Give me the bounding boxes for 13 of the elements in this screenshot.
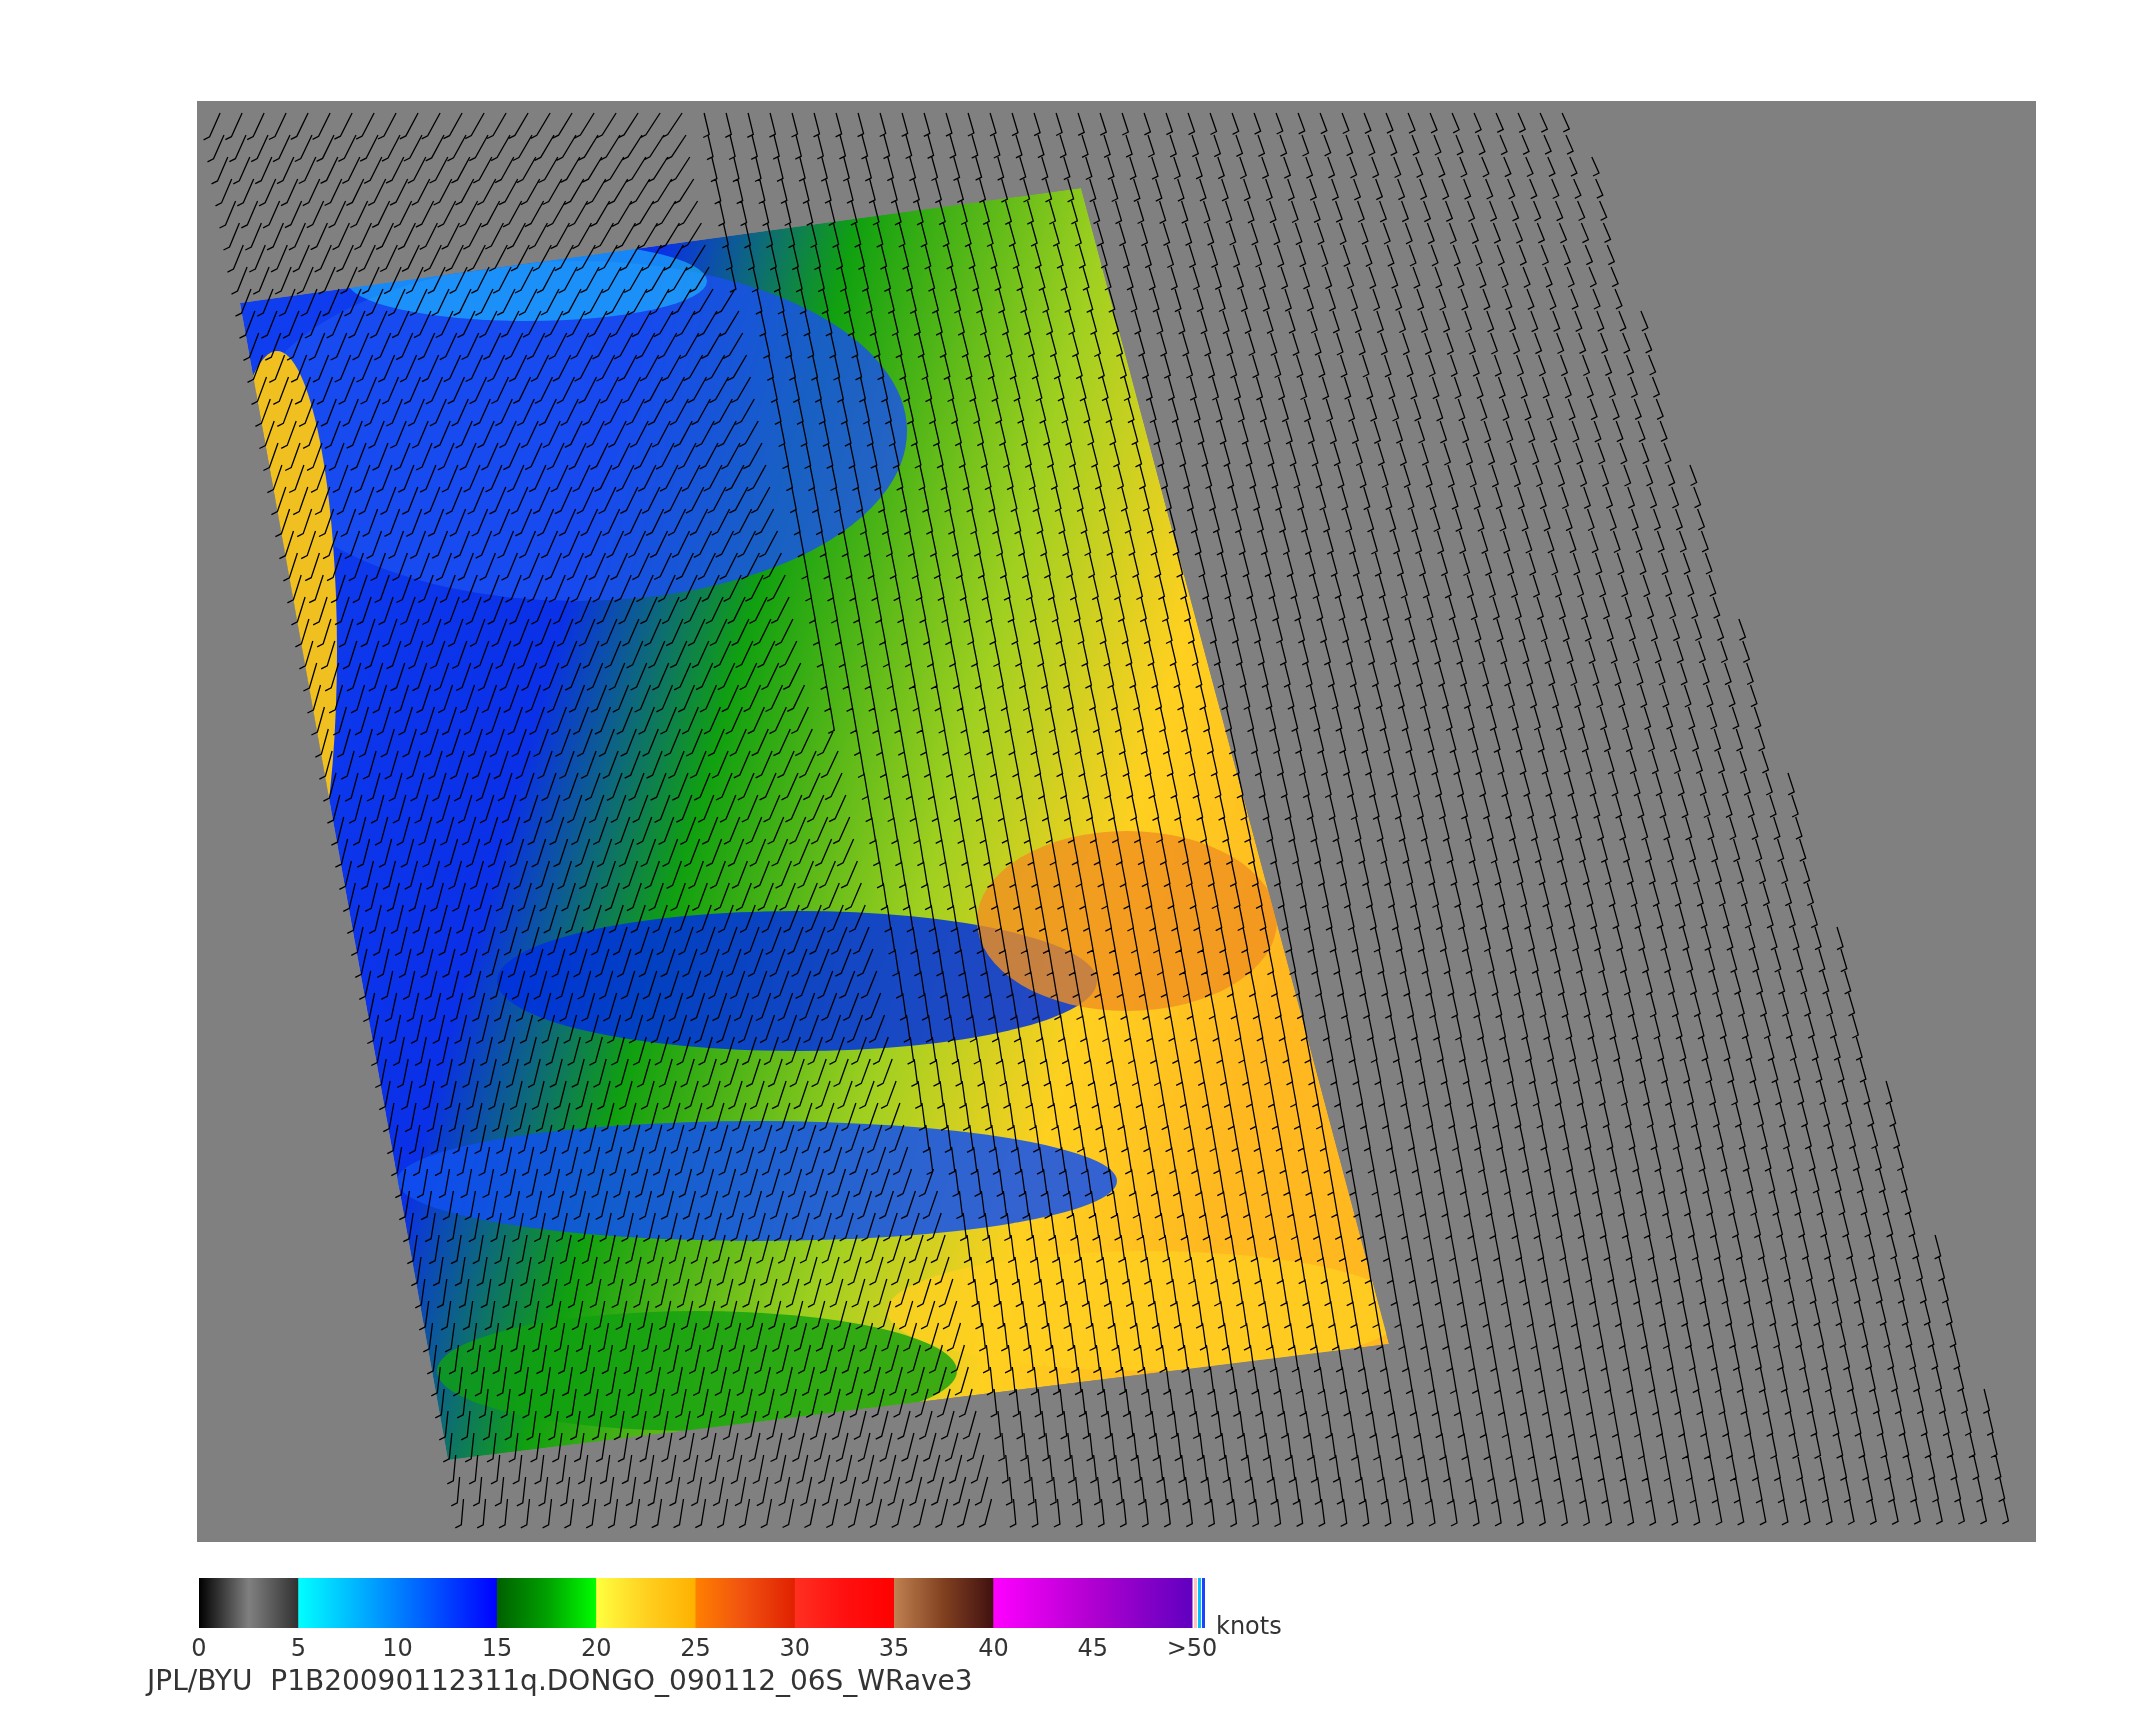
tick-label: 25	[680, 1634, 711, 1662]
tick-label: 15	[481, 1634, 513, 1662]
tick-label: 30	[779, 1634, 811, 1662]
tick-label: 45	[1077, 1634, 1108, 1662]
tick-label: 35	[878, 1634, 910, 1662]
tick-label: 20	[580, 1634, 612, 1662]
units-label: knots	[1216, 1612, 1282, 1640]
tick-label: 5	[290, 1634, 306, 1662]
tick-label: 0	[191, 1634, 207, 1662]
tick-label: 40	[978, 1634, 1009, 1662]
tick-label: >50	[1166, 1634, 1218, 1662]
tick-label: 10	[382, 1634, 413, 1662]
plot-caption: JPL/BYU P1B20090112311q.DONGO_090112_06S_WRave3	[147, 1664, 974, 1697]
